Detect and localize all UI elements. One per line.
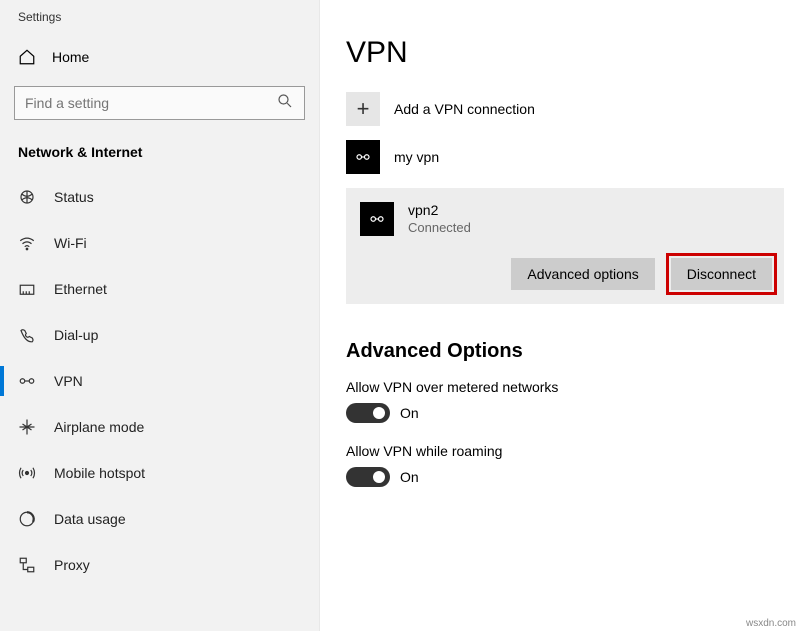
sidebar-item-ethernet[interactable]: Ethernet	[0, 266, 319, 312]
roaming-state: On	[400, 469, 419, 485]
section-header: Network & Internet	[0, 134, 319, 174]
sidebar-item-status[interactable]: Status	[0, 174, 319, 220]
disconnect-button[interactable]: Disconnect	[671, 258, 772, 290]
metered-state: On	[400, 405, 419, 421]
search-box[interactable]	[14, 86, 305, 120]
advanced-options-button[interactable]: Advanced options	[511, 258, 654, 290]
metered-toggle-row: On	[346, 403, 784, 423]
roaming-toggle-row: On	[346, 467, 784, 487]
vpn-item[interactable]: my vpn	[346, 140, 784, 174]
add-vpn-row[interactable]: + Add a VPN connection	[346, 92, 784, 126]
add-vpn-label: Add a VPN connection	[394, 101, 535, 117]
sidebar-item-vpn[interactable]: VPN	[0, 358, 319, 404]
vpn-item-name: my vpn	[394, 149, 439, 165]
hotspot-icon	[18, 464, 36, 482]
home-icon	[18, 48, 36, 66]
dialup-icon	[18, 326, 36, 344]
sidebar-item-label: Status	[54, 189, 94, 205]
sidebar-item-label: Airplane mode	[54, 419, 144, 435]
vpn-tile-icon	[360, 202, 394, 236]
sidebar-item-home[interactable]: Home	[0, 38, 319, 76]
roaming-toggle[interactable]	[346, 467, 390, 487]
sidebar-item-airplane[interactable]: Airplane mode	[0, 404, 319, 450]
metered-label: Allow VPN over metered networks	[346, 379, 784, 395]
sidebar-item-label: Data usage	[54, 511, 126, 527]
main-content: VPN + Add a VPN connection my vpn vpn2 C…	[320, 0, 800, 631]
search-input[interactable]	[25, 95, 276, 111]
search-icon	[276, 92, 294, 115]
ethernet-icon	[18, 280, 36, 298]
sidebar-item-label: Mobile hotspot	[54, 465, 145, 481]
roaming-label: Allow VPN while roaming	[346, 443, 784, 459]
sidebar-item-datausage[interactable]: Data usage	[0, 496, 319, 542]
vpn-item-selected[interactable]: vpn2 Connected Advanced options Disconne…	[346, 188, 784, 304]
airplane-icon	[18, 418, 36, 436]
sidebar-item-label: Wi-Fi	[54, 235, 87, 251]
sidebar-item-label: Proxy	[54, 557, 90, 573]
nav-list: Status Wi-Fi Ethernet Dial-up VPN	[0, 174, 319, 588]
plus-icon: +	[346, 92, 380, 126]
vpn-selected-status: Connected	[408, 220, 471, 235]
proxy-icon	[18, 556, 36, 574]
window-title: Settings	[0, 6, 319, 38]
advanced-options-title: Advanced Options	[346, 340, 784, 363]
vpn-icon	[18, 372, 36, 390]
metered-toggle[interactable]	[346, 403, 390, 423]
vpn-tile-icon	[346, 140, 380, 174]
page-title: VPN	[346, 36, 784, 70]
sidebar-item-proxy[interactable]: Proxy	[0, 542, 319, 588]
status-icon	[18, 188, 36, 206]
sidebar-item-hotspot[interactable]: Mobile hotspot	[0, 450, 319, 496]
sidebar-item-dialup[interactable]: Dial-up	[0, 312, 319, 358]
sidebar-item-label: Dial-up	[54, 327, 98, 343]
search-container	[0, 76, 319, 134]
sidebar: Settings Home Network & Internet Status …	[0, 0, 320, 631]
sidebar-item-wifi[interactable]: Wi-Fi	[0, 220, 319, 266]
sidebar-item-label: VPN	[54, 373, 83, 389]
watermark: wsxdn.com	[746, 618, 796, 629]
sidebar-item-label: Ethernet	[54, 281, 107, 297]
home-label: Home	[52, 49, 89, 65]
wifi-icon	[18, 234, 36, 252]
data-usage-icon	[18, 510, 36, 528]
vpn-selected-name: vpn2	[408, 202, 471, 218]
